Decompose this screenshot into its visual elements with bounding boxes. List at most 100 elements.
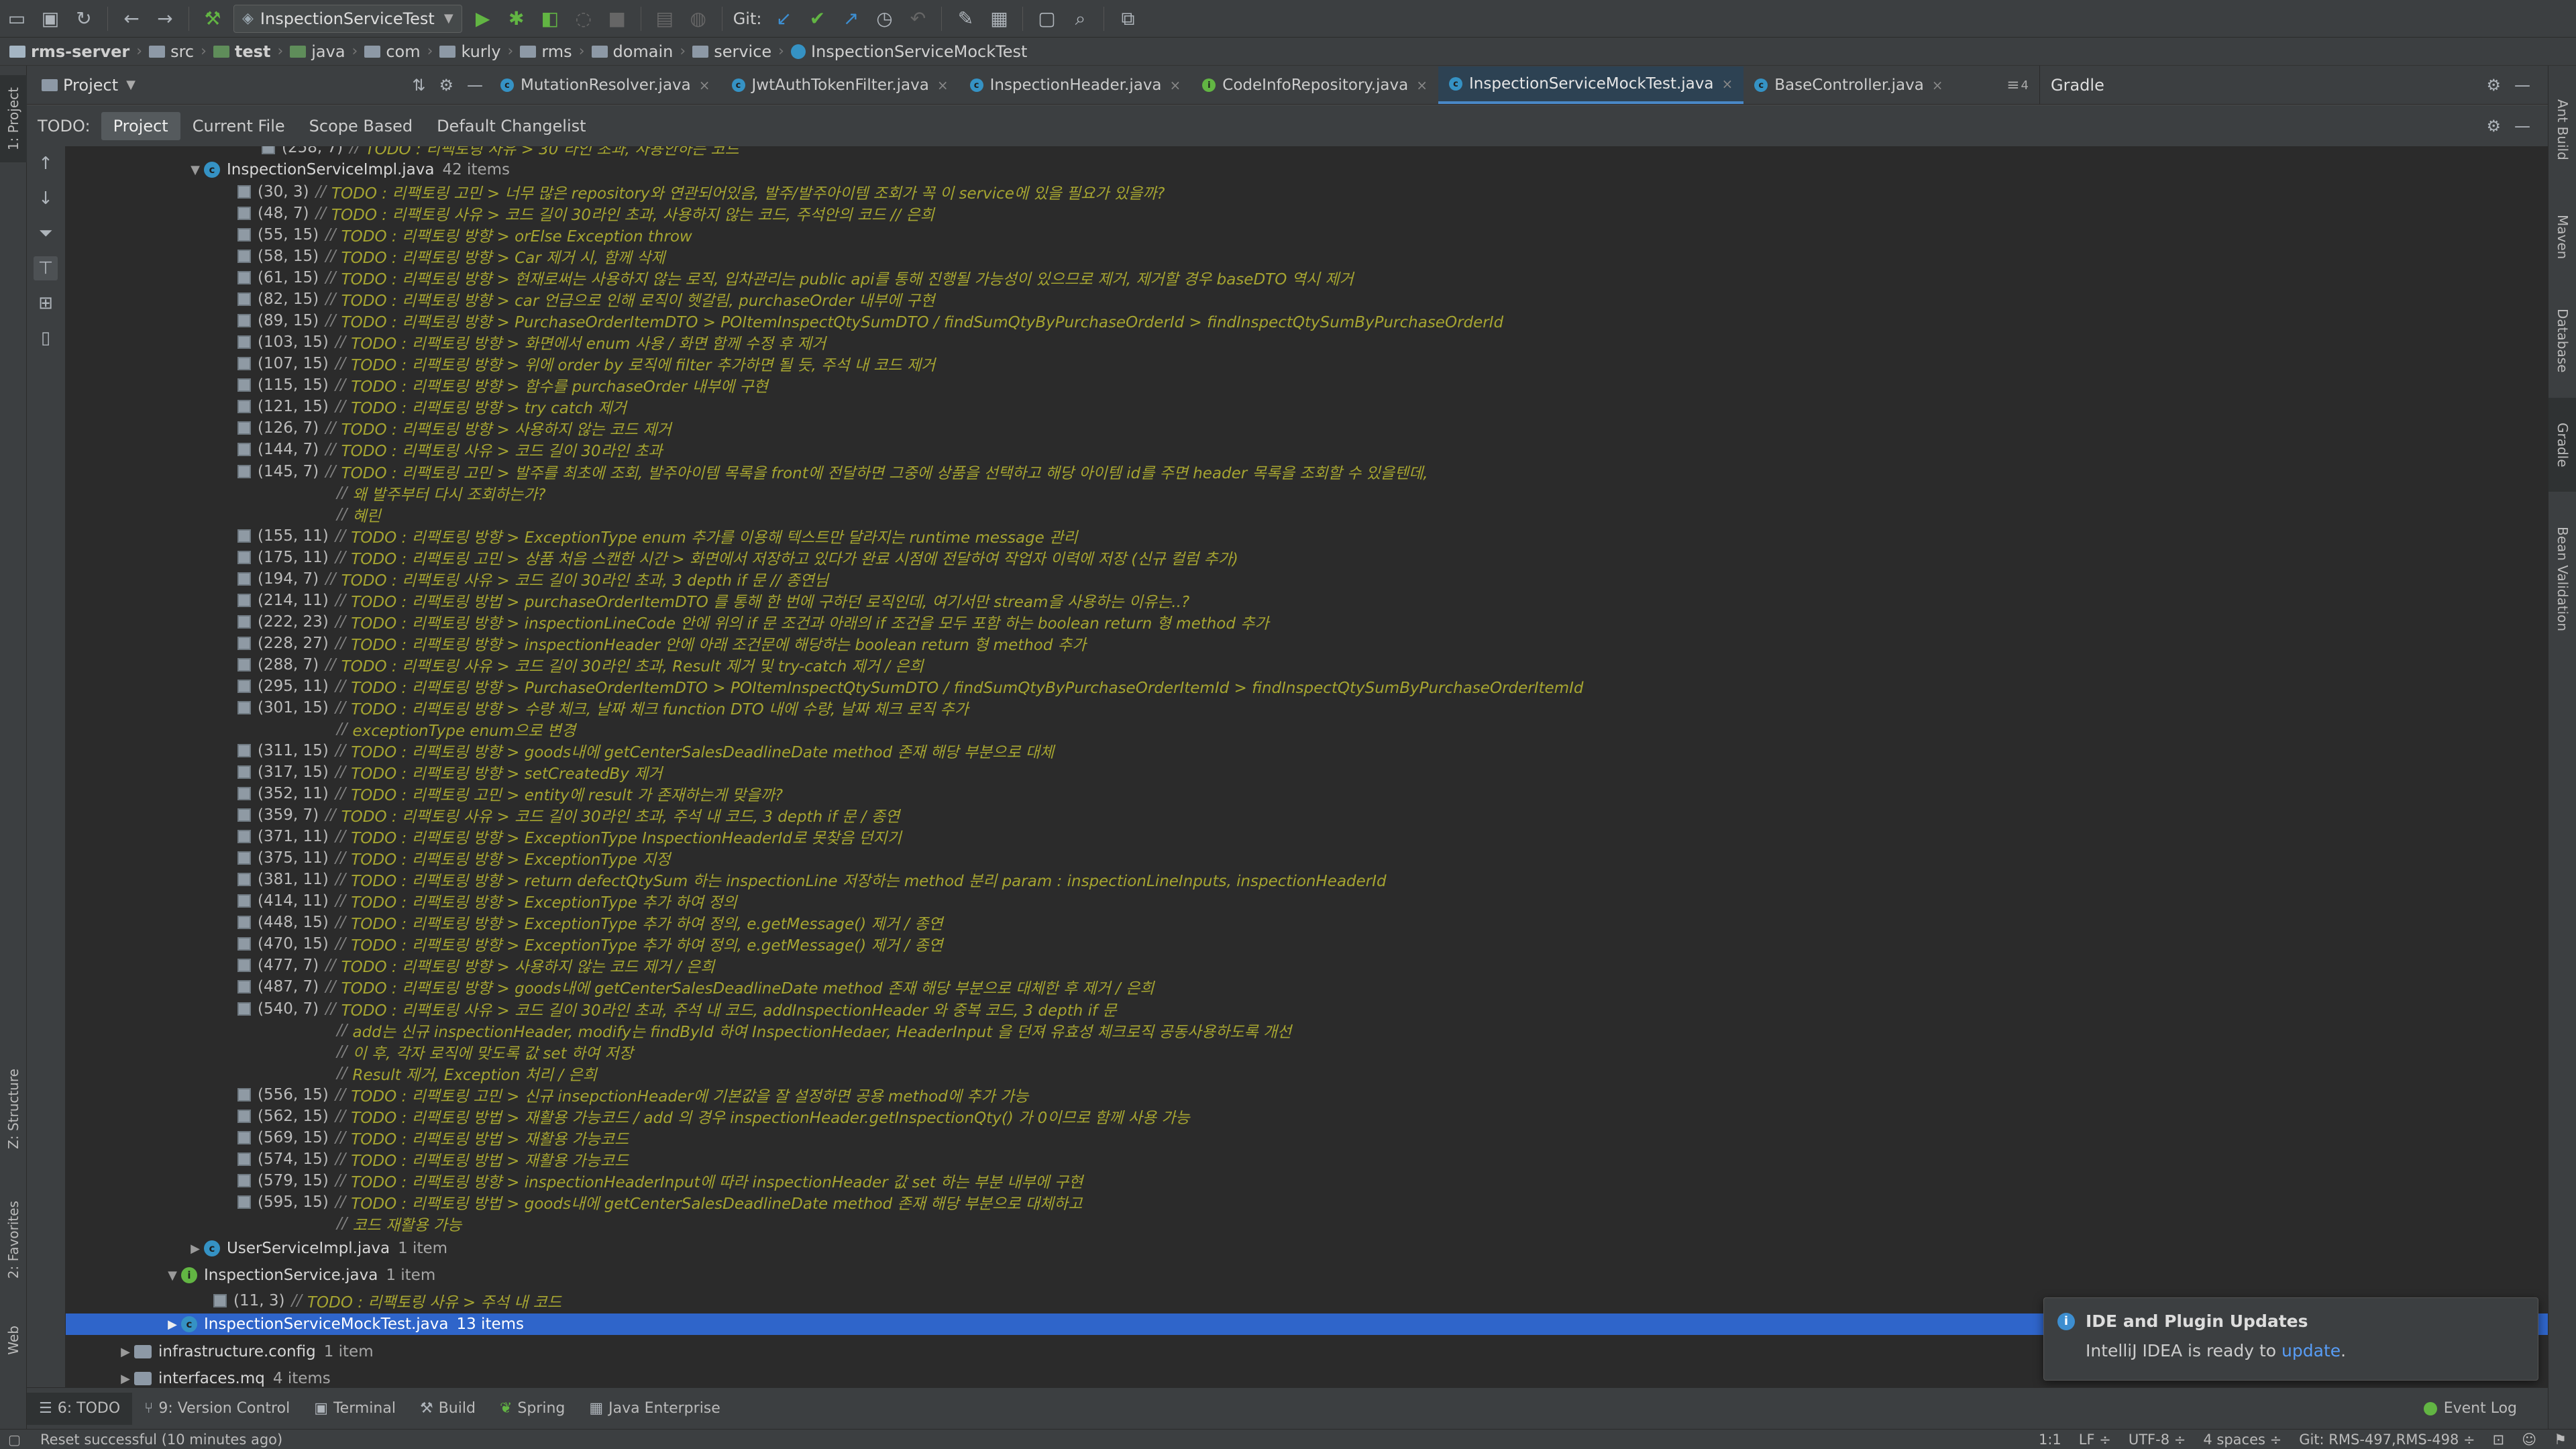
todo-item[interactable]: (414, 11) // TODO : 리팩토링 방향 > ExceptionTyp… <box>66 890 2548 912</box>
todo-item[interactable]: (222, 23) // TODO : 리팩토링 방향 > inspectionLi… <box>66 611 2548 633</box>
todo-item[interactable]: (301, 15) // TODO : 리팩토링 방향 > 수량 체크, 날짜 체크… <box>66 697 2548 718</box>
breadcrumb-item-java[interactable]: java <box>290 42 345 61</box>
todo-item[interactable]: (121, 15) // TODO : 리팩토링 방향 > try catch 제거 <box>66 396 2548 417</box>
close-icon[interactable]: × <box>1170 77 1181 93</box>
terminal-window-icon[interactable]: ▢ <box>1032 4 1061 34</box>
notifications-icon[interactable]: ⚑ <box>2554 1432 2567 1448</box>
tabs-overflow-button[interactable]: ≡ 4 <box>1996 66 2039 104</box>
tool-tab-terminal[interactable]: ▣ Terminal <box>302 1393 408 1425</box>
tool-tab-version-control[interactable]: ⑂ 9: Version Control <box>132 1393 302 1425</box>
close-icon[interactable]: × <box>699 77 710 93</box>
coverage-report-icon[interactable]: ◍ <box>684 4 713 34</box>
arrow-down-icon[interactable]: ↓ <box>34 186 58 211</box>
todo-item[interactable]: (487, 7) // TODO : 리팩토링 방향 > goods내에 getCe… <box>66 976 2548 998</box>
tool-tab-database[interactable]: Database <box>2548 290 2576 391</box>
todo-item[interactable]: (477, 7) // TODO : 리팩토링 방향 > 사용하지 않는 코드 제거… <box>66 955 2548 976</box>
todo-item[interactable]: (311, 15) // TODO : 리팩토링 방향 > goods내에 getC… <box>66 740 2548 761</box>
lock-icon[interactable]: ⊡ <box>2493 1432 2505 1448</box>
plugin-icon[interactable]: ⧉ <box>1113 4 1142 34</box>
close-icon[interactable]: × <box>937 77 949 93</box>
todo-item-continuation[interactable]: // 이 후, 각자 로직에 맞도록 값 set 하여 저장 <box>66 1041 2548 1063</box>
tool-tab-web[interactable]: Web <box>0 1313 27 1367</box>
tree-file-node[interactable]: ▼ c InspectionServiceImpl.java 42 items <box>66 159 2548 180</box>
indent-setting[interactable]: 4 spaces ÷ <box>2203 1432 2282 1448</box>
run-icon[interactable]: ▶ <box>468 4 498 34</box>
tool-tab-gradle[interactable]: Gradle <box>2548 398 2576 492</box>
todo-item[interactable]: (375, 11) // TODO : 리팩토링 방향 > ExceptionTyp… <box>66 847 2548 869</box>
todo-item-continuation[interactable]: // 코드 재활용 가능 <box>66 1213 2548 1234</box>
todo-item-continuation[interactable]: // add는 신규 inspectionHeader, modify는 find… <box>66 1020 2548 1041</box>
todo-item[interactable]: (595, 15) // TODO : 리팩토링 방법 > goods내에 getC… <box>66 1191 2548 1213</box>
todo-item[interactable]: (82, 15) // TODO : 리팩토링 방향 > car 언급으로 인해 로… <box>66 288 2548 310</box>
todo-item[interactable]: (295, 11) // TODO : 리팩토링 방향 > PurchaseOrde… <box>66 676 2548 697</box>
group-by-icon[interactable]: ⊤ <box>34 256 58 280</box>
filter-icon[interactable]: ⏷ <box>34 221 58 246</box>
todo-tab-project[interactable]: Project <box>101 111 180 140</box>
tab-jwt-auth-token-filter[interactable]: c JwtAuthTokenFilter.java × <box>721 66 959 104</box>
minimize-icon[interactable]: — <box>2514 76 2530 95</box>
chevron-down-icon[interactable]: ▼ <box>164 1269 181 1283</box>
collapse-all-icon[interactable]: ⇅ <box>412 76 425 95</box>
tool-tab-java-enterprise[interactable]: ▦ Java Enterprise <box>577 1393 732 1425</box>
todo-item[interactable]: (107, 15) // TODO : 리팩토링 방향 > 위에 order by … <box>66 353 2548 374</box>
todo-tab-default-changelist[interactable]: Default Changelist <box>425 112 598 140</box>
todo-item[interactable]: (540, 7) // TODO : 리팩토링 사유 > 코드 길이 30라인 초과… <box>66 998 2548 1020</box>
breadcrumb-item-service[interactable]: service <box>692 42 771 61</box>
forward-icon[interactable]: → <box>150 4 180 34</box>
todo-item[interactable]: (228, 27) // TODO : 리팩토링 방향 > inspectionHe… <box>66 633 2548 654</box>
todo-item[interactable]: (30, 3) // TODO : 리팩토링 고민 > 너무 많은 reposito… <box>66 181 2548 203</box>
stop-icon[interactable]: ■ <box>602 4 632 34</box>
todo-item[interactable]: (569, 15) // TODO : 리팩토링 방법 > 재활용 가능코드 <box>66 1127 2548 1148</box>
todo-item[interactable]: (126, 7) // TODO : 리팩토링 방향 > 사용하지 않는 코드 제거 <box>66 417 2548 439</box>
todo-item[interactable]: (115, 15) // TODO : 리팩토링 방향 > 함수를 purchase… <box>66 374 2548 396</box>
todo-item[interactable]: (89, 15) // TODO : 리팩토링 방향 > PurchaseOrder… <box>66 310 2548 331</box>
inspector-icon[interactable]: ☺ <box>2522 1432 2536 1448</box>
project-view-selector[interactable]: Project ▼ <box>42 76 136 95</box>
todo-item[interactable]: (574, 15) // TODO : 리팩토링 방법 > 재활용 가능코드 <box>66 1148 2548 1170</box>
gear-icon[interactable]: ⚙ <box>439 76 453 95</box>
tool-tab-spring[interactable]: ❦ Spring <box>488 1393 577 1425</box>
todo-item[interactable]: (175, 11) // TODO : 리팩토링 고민 > 상품 처음 스캔한 시간… <box>66 547 2548 568</box>
todo-item-continuation[interactable]: // 혜린 <box>66 504 2548 525</box>
breadcrumb-item-com[interactable]: com <box>364 42 421 61</box>
search-icon[interactable]: ⌕ <box>1065 4 1095 34</box>
attach-icon[interactable]: ▤ <box>650 4 680 34</box>
tree-file-node[interactable]: ▶ c UserServiceImpl.java 1 item <box>66 1238 2548 1259</box>
breadcrumb-item-project[interactable]: rms-server <box>9 42 129 61</box>
todo-item[interactable]: (214, 11) // TODO : 리팩토링 방법 > purchaseOrde… <box>66 590 2548 611</box>
back-icon[interactable]: ← <box>117 4 146 34</box>
todo-item[interactable]: (58, 15) // TODO : 리팩토링 방향 > Car 제거 시, 함께 … <box>66 246 2548 267</box>
gear-icon[interactable]: ⚙ <box>2486 117 2501 136</box>
todo-item-continuation[interactable]: // 왜 발주부터 다시 조회하는가? <box>66 482 2548 504</box>
todo-item[interactable]: (556, 15) // TODO : 리팩토링 고민 > 신규 insepctio… <box>66 1084 2548 1106</box>
todo-item[interactable]: (317, 15) // TODO : 리팩토링 방향 > setCreatedBy… <box>66 761 2548 783</box>
todo-item-continuation[interactable]: // Result 제거, Exception 처리 / 은희 <box>66 1063 2548 1084</box>
tab-base-controller[interactable]: c BaseController.java × <box>1743 66 1953 104</box>
tab-inspection-service-mock-test[interactable]: c InspectionServiceMockTest.java × <box>1438 66 1744 104</box>
todo-item[interactable]: (371, 11) // TODO : 리팩토링 방향 > ExceptionTyp… <box>66 826 2548 847</box>
tab-inspection-header[interactable]: c InspectionHeader.java × <box>959 66 1192 104</box>
close-icon[interactable]: × <box>1721 76 1733 92</box>
profile-icon[interactable]: ◌ <box>569 4 598 34</box>
tool-tab-bean-validation[interactable]: Bean Validation <box>2548 502 2576 656</box>
todo-item[interactable]: (48, 7) // TODO : 리팩토링 사유 > 코드 길이 30라인 초과,… <box>66 203 2548 224</box>
gear-icon[interactable]: ⚙ <box>2486 76 2501 95</box>
todo-item[interactable]: (448, 15) // TODO : 리팩토링 방향 > ExceptionTyp… <box>66 912 2548 933</box>
history-icon[interactable]: ◷ <box>869 4 899 34</box>
build-hammer-icon[interactable]: ⚒ <box>198 4 227 34</box>
todo-item[interactable]: (194, 7) // TODO : 리팩토링 사유 > 코드 길이 30라인 초과… <box>66 568 2548 590</box>
tool-tab-ant[interactable]: Ant Build <box>2548 79 2576 180</box>
caret-position[interactable]: 1:1 <box>2039 1432 2061 1448</box>
coverage-icon[interactable]: ◧ <box>535 4 565 34</box>
todo-item[interactable]: (288, 7) // TODO : 리팩토링 사유 > 코드 길이 30라인 초과… <box>66 654 2548 676</box>
tab-mutation-resolver[interactable]: c MutationResolver.java × <box>490 66 721 104</box>
todo-item[interactable]: (562, 15) // TODO : 리팩토링 방법 > 재활용 가능코드 / a… <box>66 1106 2548 1127</box>
todo-item[interactable]: (103, 15) // TODO : 리팩토링 방향 > 화면에서 enum 사용… <box>66 331 2548 353</box>
expand-all-icon[interactable]: ⊞ <box>34 291 58 315</box>
breadcrumb-item-rms[interactable]: rms <box>520 42 572 61</box>
chevron-right-icon[interactable]: ▶ <box>186 1242 204 1256</box>
project-structure-icon[interactable]: ▦ <box>984 4 1014 34</box>
run-config-select[interactable]: ◈ InspectionServiceTest ▼ <box>233 4 462 33</box>
chevron-right-icon[interactable]: ▶ <box>117 1372 134 1386</box>
settings-wrench-icon[interactable]: ✎ <box>951 4 980 34</box>
